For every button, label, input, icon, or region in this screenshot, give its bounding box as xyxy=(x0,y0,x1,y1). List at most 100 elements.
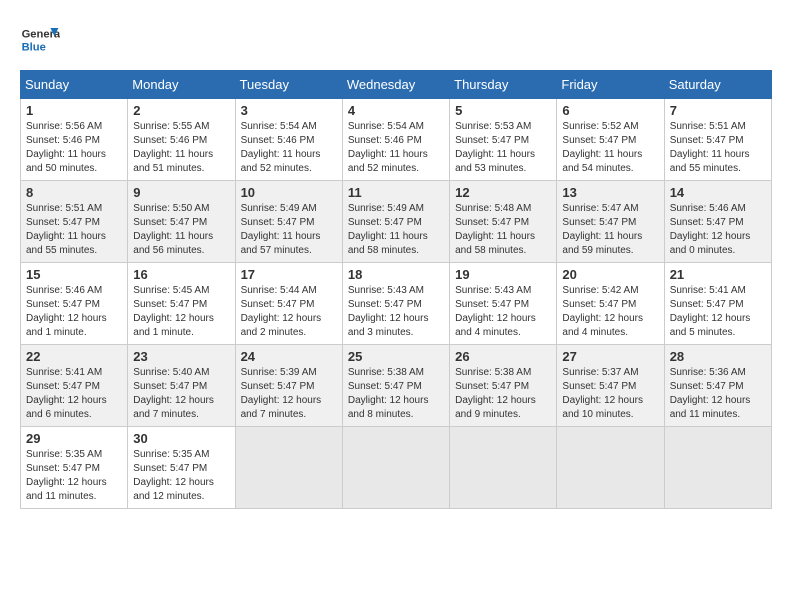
day-info: Sunrise: 5:39 AM Sunset: 5:47 PM Dayligh… xyxy=(241,366,337,422)
calendar-day-cell: 2 Sunrise: 5:55 AM Sunset: 5:46 PM Daylig… xyxy=(128,99,235,181)
day-number: 13 xyxy=(562,185,658,200)
calendar-day-cell: 29 Sunrise: 5:35 AM Sunset: 5:47 PM Dayli… xyxy=(21,427,128,509)
day-info: Sunrise: 5:53 AM Sunset: 5:47 PM Dayligh… xyxy=(455,120,551,176)
calendar-day-cell: 13 Sunrise: 5:47 AM Sunset: 5:47 PM Dayli… xyxy=(557,181,664,263)
calendar-day-cell: 17 Sunrise: 5:44 AM Sunset: 5:47 PM Dayli… xyxy=(235,263,342,345)
calendar-day-cell: 4 Sunrise: 5:54 AM Sunset: 5:46 PM Daylig… xyxy=(342,99,449,181)
day-info: Sunrise: 5:35 AM Sunset: 5:47 PM Dayligh… xyxy=(26,448,122,504)
day-number: 2 xyxy=(133,103,229,118)
day-number: 28 xyxy=(670,349,766,364)
calendar-day-cell: 24 Sunrise: 5:39 AM Sunset: 5:47 PM Dayli… xyxy=(235,345,342,427)
calendar-week-row: 1 Sunrise: 5:56 AM Sunset: 5:46 PM Daylig… xyxy=(21,99,772,181)
day-info: Sunrise: 5:37 AM Sunset: 5:47 PM Dayligh… xyxy=(562,366,658,422)
day-info: Sunrise: 5:46 AM Sunset: 5:47 PM Dayligh… xyxy=(26,284,122,340)
calendar-day-cell xyxy=(235,427,342,509)
calendar-week-row: 29 Sunrise: 5:35 AM Sunset: 5:47 PM Dayli… xyxy=(21,427,772,509)
day-number: 15 xyxy=(26,267,122,282)
day-info: Sunrise: 5:38 AM Sunset: 5:47 PM Dayligh… xyxy=(455,366,551,422)
calendar-day-cell: 30Sunrise: 5:35 AM Sunset: 5:47 PM Dayli… xyxy=(128,427,235,509)
calendar-day-cell: 21 Sunrise: 5:41 AM Sunset: 5:47 PM Dayli… xyxy=(664,263,771,345)
calendar-week-row: 22Sunrise: 5:41 AM Sunset: 5:47 PM Dayli… xyxy=(21,345,772,427)
day-info: Sunrise: 5:44 AM Sunset: 5:47 PM Dayligh… xyxy=(241,284,337,340)
day-info: Sunrise: 5:43 AM Sunset: 5:47 PM Dayligh… xyxy=(455,284,551,340)
day-info: Sunrise: 5:41 AM Sunset: 5:47 PM Dayligh… xyxy=(670,284,766,340)
day-info: Sunrise: 5:52 AM Sunset: 5:47 PM Dayligh… xyxy=(562,120,658,176)
weekday-header-cell: Friday xyxy=(557,71,664,99)
calendar-day-cell: 5 Sunrise: 5:53 AM Sunset: 5:47 PM Daylig… xyxy=(450,99,557,181)
calendar-body: 1 Sunrise: 5:56 AM Sunset: 5:46 PM Daylig… xyxy=(21,99,772,509)
day-info: Sunrise: 5:40 AM Sunset: 5:47 PM Dayligh… xyxy=(133,366,229,422)
day-number: 20 xyxy=(562,267,658,282)
day-number: 7 xyxy=(670,103,766,118)
day-number: 25 xyxy=(348,349,444,364)
svg-text:Blue: Blue xyxy=(22,41,46,53)
calendar-day-cell: 25 Sunrise: 5:38 AM Sunset: 5:47 PM Dayli… xyxy=(342,345,449,427)
weekday-header-cell: Tuesday xyxy=(235,71,342,99)
logo: General Blue xyxy=(20,20,64,60)
day-info: Sunrise: 5:56 AM Sunset: 5:46 PM Dayligh… xyxy=(26,120,122,176)
day-number: 16 xyxy=(133,267,229,282)
calendar-day-cell: 27 Sunrise: 5:37 AM Sunset: 5:47 PM Dayli… xyxy=(557,345,664,427)
day-number: 17 xyxy=(241,267,337,282)
day-info: Sunrise: 5:55 AM Sunset: 5:46 PM Dayligh… xyxy=(133,120,229,176)
calendar-day-cell: 19 Sunrise: 5:43 AM Sunset: 5:47 PM Dayli… xyxy=(450,263,557,345)
weekday-header-cell: Wednesday xyxy=(342,71,449,99)
day-info: Sunrise: 5:48 AM Sunset: 5:47 PM Dayligh… xyxy=(455,202,551,258)
day-number: 5 xyxy=(455,103,551,118)
day-number: 24 xyxy=(241,349,337,364)
day-number: 26 xyxy=(455,349,551,364)
day-info: Sunrise: 5:45 AM Sunset: 5:47 PM Dayligh… xyxy=(133,284,229,340)
day-info: Sunrise: 5:54 AM Sunset: 5:46 PM Dayligh… xyxy=(348,120,444,176)
calendar-day-cell: 6 Sunrise: 5:52 AM Sunset: 5:47 PM Daylig… xyxy=(557,99,664,181)
day-number: 4 xyxy=(348,103,444,118)
weekday-header-cell: Thursday xyxy=(450,71,557,99)
day-number: 29 xyxy=(26,431,122,446)
calendar-day-cell: 10 Sunrise: 5:49 AM Sunset: 5:47 PM Dayli… xyxy=(235,181,342,263)
calendar-day-cell: 22Sunrise: 5:41 AM Sunset: 5:47 PM Dayli… xyxy=(21,345,128,427)
calendar-day-cell xyxy=(450,427,557,509)
day-number: 21 xyxy=(670,267,766,282)
calendar-day-cell: 9Sunrise: 5:50 AM Sunset: 5:47 PM Daylig… xyxy=(128,181,235,263)
weekday-header-cell: Saturday xyxy=(664,71,771,99)
day-info: Sunrise: 5:42 AM Sunset: 5:47 PM Dayligh… xyxy=(562,284,658,340)
day-info: Sunrise: 5:49 AM Sunset: 5:47 PM Dayligh… xyxy=(241,202,337,258)
calendar-day-cell: 26 Sunrise: 5:38 AM Sunset: 5:47 PM Dayli… xyxy=(450,345,557,427)
day-number: 6 xyxy=(562,103,658,118)
weekday-header-row: SundayMondayTuesdayWednesdayThursdayFrid… xyxy=(21,71,772,99)
day-number: 27 xyxy=(562,349,658,364)
calendar-day-cell: 20 Sunrise: 5:42 AM Sunset: 5:47 PM Dayli… xyxy=(557,263,664,345)
calendar-day-cell: 14Sunrise: 5:46 AM Sunset: 5:47 PM Dayli… xyxy=(664,181,771,263)
day-info: Sunrise: 5:49 AM Sunset: 5:47 PM Dayligh… xyxy=(348,202,444,258)
day-number: 1 xyxy=(26,103,122,118)
day-number: 9 xyxy=(133,185,229,200)
calendar-day-cell: 16 Sunrise: 5:45 AM Sunset: 5:47 PM Dayli… xyxy=(128,263,235,345)
calendar-day-cell xyxy=(664,427,771,509)
day-number: 14 xyxy=(670,185,766,200)
calendar-day-cell: 8Sunrise: 5:51 AM Sunset: 5:47 PM Daylig… xyxy=(21,181,128,263)
day-info: Sunrise: 5:51 AM Sunset: 5:47 PM Dayligh… xyxy=(670,120,766,176)
calendar-day-cell: 23 Sunrise: 5:40 AM Sunset: 5:47 PM Dayli… xyxy=(128,345,235,427)
day-number: 19 xyxy=(455,267,551,282)
logo-icon: General Blue xyxy=(20,20,60,60)
day-info: Sunrise: 5:47 AM Sunset: 5:47 PM Dayligh… xyxy=(562,202,658,258)
day-info: Sunrise: 5:51 AM Sunset: 5:47 PM Dayligh… xyxy=(26,202,122,258)
calendar-week-row: 8Sunrise: 5:51 AM Sunset: 5:47 PM Daylig… xyxy=(21,181,772,263)
day-number: 12 xyxy=(455,185,551,200)
day-number: 18 xyxy=(348,267,444,282)
page-header: General Blue xyxy=(20,20,772,60)
day-info: Sunrise: 5:54 AM Sunset: 5:46 PM Dayligh… xyxy=(241,120,337,176)
day-number: 10 xyxy=(241,185,337,200)
day-number: 3 xyxy=(241,103,337,118)
calendar-day-cell: 3 Sunrise: 5:54 AM Sunset: 5:46 PM Daylig… xyxy=(235,99,342,181)
day-number: 23 xyxy=(133,349,229,364)
calendar-day-cell: 7 Sunrise: 5:51 AM Sunset: 5:47 PM Daylig… xyxy=(664,99,771,181)
day-info: Sunrise: 5:38 AM Sunset: 5:47 PM Dayligh… xyxy=(348,366,444,422)
weekday-header-cell: Sunday xyxy=(21,71,128,99)
calendar-day-cell: 15 Sunrise: 5:46 AM Sunset: 5:47 PM Dayli… xyxy=(21,263,128,345)
calendar-day-cell: 28Sunrise: 5:36 AM Sunset: 5:47 PM Dayli… xyxy=(664,345,771,427)
day-number: 22 xyxy=(26,349,122,364)
calendar-day-cell: 12 Sunrise: 5:48 AM Sunset: 5:47 PM Dayli… xyxy=(450,181,557,263)
day-number: 11 xyxy=(348,185,444,200)
calendar-table: SundayMondayTuesdayWednesdayThursdayFrid… xyxy=(20,70,772,509)
calendar-day-cell: 18Sunrise: 5:43 AM Sunset: 5:47 PM Dayli… xyxy=(342,263,449,345)
